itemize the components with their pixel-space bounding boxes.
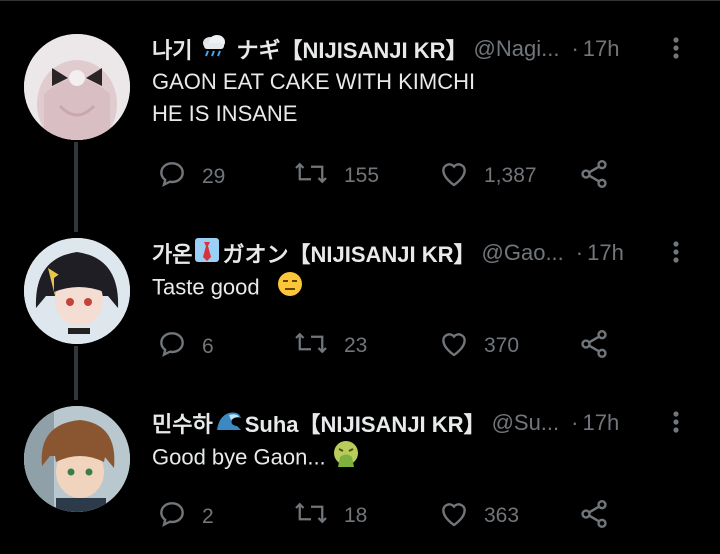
display-name[interactable]: 나기 [152, 33, 192, 65]
display-name-suffix[interactable]: ナギ【NIJISANJI KR】 [236, 33, 467, 65]
separator: · [571, 410, 579, 435]
user-handle[interactable]: @Nagi... [474, 36, 560, 62]
tweet-text-line: Good bye Gaon... [152, 444, 326, 470]
reply-count: 6 [202, 334, 214, 358]
like-button[interactable]: 363 [438, 498, 519, 533]
retweet-icon [292, 498, 330, 533]
retweet-icon [292, 328, 330, 363]
top-divider [0, 0, 720, 1]
share-icon [578, 498, 610, 535]
share-button[interactable] [578, 328, 610, 365]
reply-icon [156, 158, 188, 195]
retweet-button[interactable]: 23 [292, 328, 367, 363]
retweet-icon [292, 158, 330, 193]
like-button[interactable]: 1,387 [438, 158, 537, 193]
share-button[interactable] [578, 158, 610, 195]
reply-count: 2 [202, 504, 214, 528]
wave-icon [215, 408, 243, 438]
more-options-icon[interactable] [666, 34, 686, 64]
expressionless-face-icon [276, 270, 304, 307]
retweet-count: 18 [344, 503, 368, 527]
heart-icon [438, 158, 470, 193]
reply-button[interactable]: 2 [156, 498, 214, 535]
avatar[interactable] [24, 238, 130, 344]
avatar[interactable] [24, 406, 130, 512]
like-count: 370 [484, 333, 520, 357]
avatar[interactable] [24, 34, 130, 140]
tweet-text: GAON EAT CAKE WITH KIMCHI HE IS INSANE [152, 66, 692, 130]
tweet[interactable]: 민수하 Suha【NIJISANJI KR】 @Su... · 17h Good… [0, 384, 720, 554]
display-name[interactable]: 가온 [152, 237, 192, 269]
heart-icon [438, 328, 470, 363]
timestamp[interactable]: 17h [582, 410, 619, 436]
tweet[interactable]: 나기 ナギ【NIJISANJI KR】 @Nagi... · 17h GAON … [0, 10, 720, 188]
tweet-text: Taste good [152, 270, 692, 307]
share-icon [578, 328, 610, 365]
like-button[interactable]: 370 [438, 328, 519, 363]
vomiting-face-icon [332, 440, 360, 477]
rain-cloud-icon [200, 34, 228, 64]
tweet-text-line: HE IS INSANE [152, 101, 298, 126]
retweet-count: 23 [344, 333, 368, 357]
display-name[interactable]: 민수하 [152, 407, 213, 439]
tweet[interactable]: 가온 ガオン【NIJISANJI KR】 @Gao... · 17h Taste… [0, 214, 720, 384]
reply-icon [156, 328, 188, 365]
separator: · [575, 240, 584, 265]
share-button[interactable] [578, 498, 610, 535]
like-count: 363 [484, 503, 520, 527]
user-handle[interactable]: @Gao... [482, 240, 564, 266]
tweet-text: Good bye Gaon... [152, 440, 692, 477]
separator: · [571, 36, 579, 61]
retweet-count: 155 [344, 163, 380, 187]
timestamp[interactable]: 17h [587, 240, 624, 266]
display-name-suffix[interactable]: Suha【NIJISANJI KR】 [245, 407, 486, 439]
reply-count: 29 [202, 164, 226, 188]
share-icon [578, 158, 610, 195]
reply-button[interactable]: 6 [156, 328, 214, 365]
display-name-suffix[interactable]: ガオン【NIJISANJI KR】 [222, 237, 475, 269]
timestamp[interactable]: 17h [583, 36, 620, 62]
more-options-icon[interactable] [666, 408, 686, 438]
tweet-text-line: GAON EAT CAKE WITH KIMCHI [152, 69, 476, 94]
reply-button[interactable]: 29 [156, 158, 225, 195]
more-options-icon[interactable] [666, 238, 686, 268]
necktie-icon [194, 237, 220, 269]
retweet-button[interactable]: 155 [292, 158, 379, 193]
reply-icon [156, 498, 188, 535]
user-handle[interactable]: @Su... [492, 410, 560, 436]
heart-icon [438, 498, 470, 533]
tweet-text-line: Taste good [152, 274, 260, 300]
retweet-button[interactable]: 18 [292, 498, 367, 533]
like-count: 1,387 [484, 163, 537, 187]
